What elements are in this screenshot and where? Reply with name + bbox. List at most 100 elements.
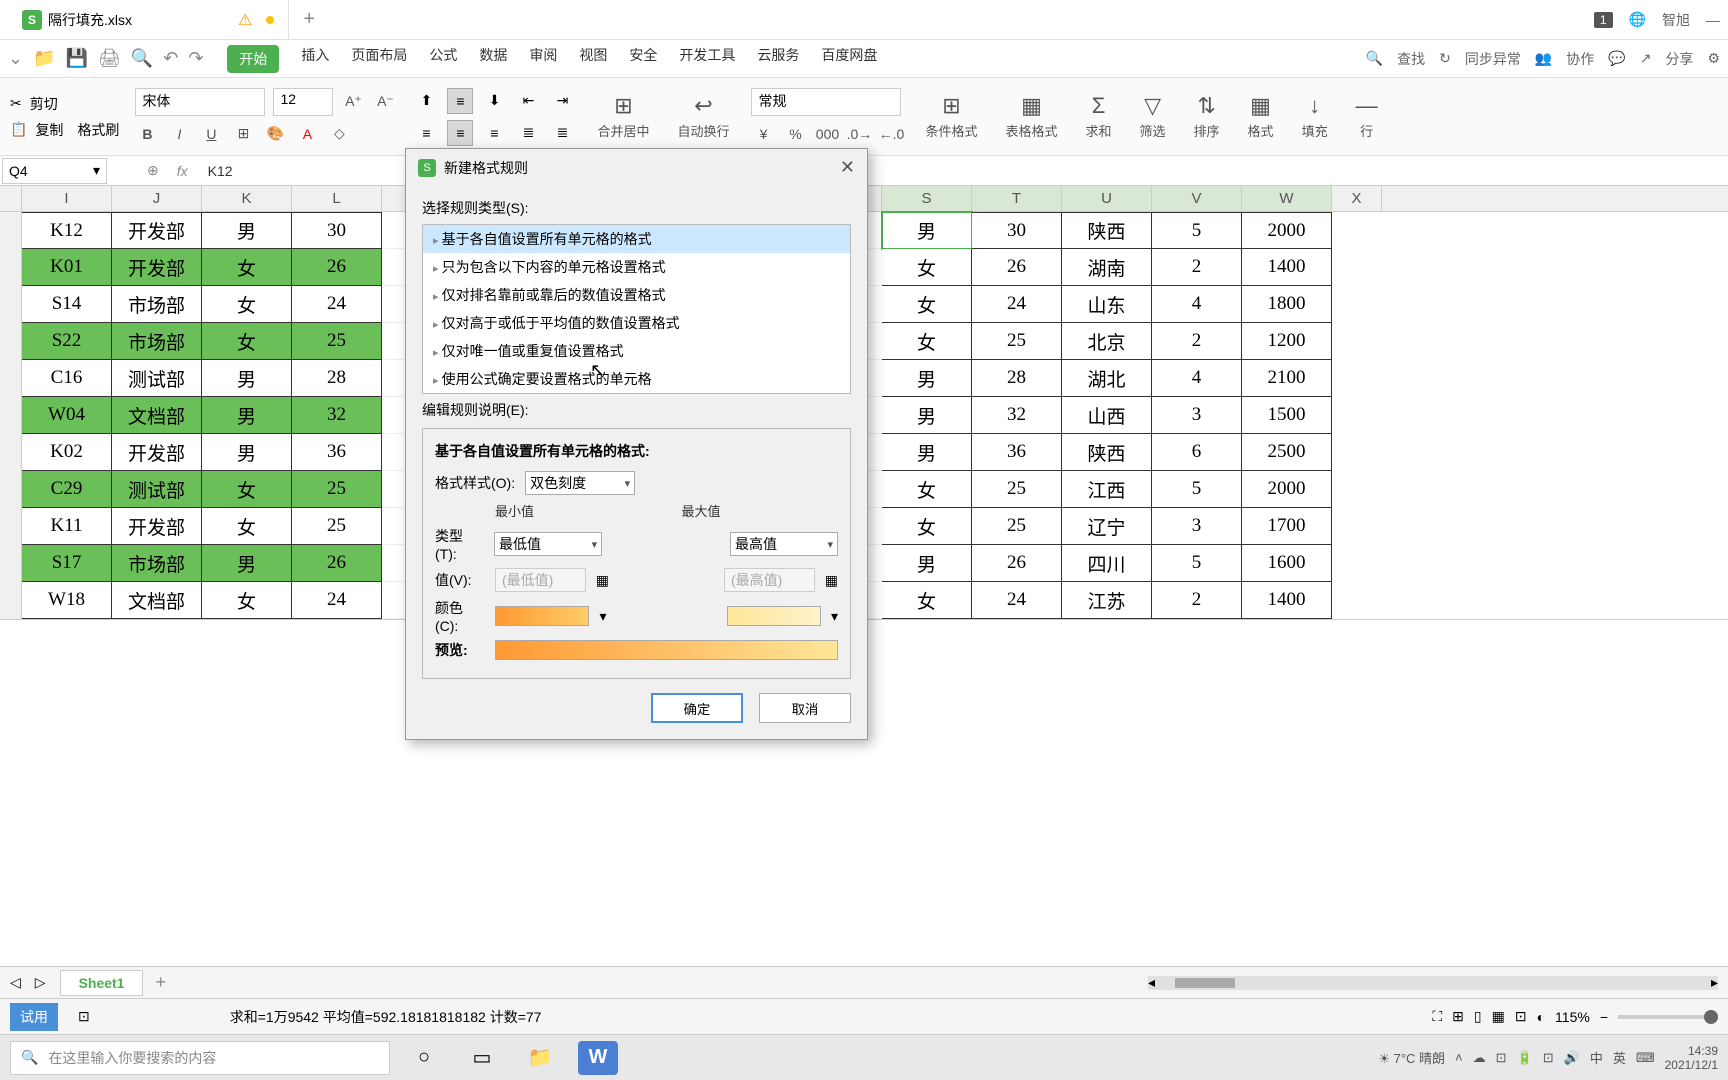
reading-icon[interactable]: ◐ xyxy=(1537,1009,1545,1025)
col-header[interactable]: T xyxy=(972,186,1062,211)
cell[interactable]: 25 xyxy=(972,471,1062,508)
print-icon[interactable]: 🖨 xyxy=(98,48,121,69)
cell[interactable]: 4 xyxy=(1152,286,1242,323)
wrap-button[interactable]: ↩自动换行 xyxy=(671,89,735,144)
cell[interactable]: 3 xyxy=(1152,508,1242,545)
cell[interactable]: 测试部 xyxy=(112,471,202,508)
view-custom-icon[interactable]: ⊡ xyxy=(1515,1008,1527,1025)
cell[interactable]: 25 xyxy=(972,323,1062,360)
cell[interactable]: 湖北 xyxy=(1062,360,1152,397)
cell[interactable]: 女 xyxy=(882,249,972,286)
cell[interactable]: 女 xyxy=(202,286,292,323)
menu-tab-开始[interactable]: 开始 xyxy=(227,45,279,73)
menu-tab-云服务[interactable]: 云服务 xyxy=(757,45,799,73)
cell[interactable]: 26 xyxy=(972,545,1062,582)
menu-tab-视图[interactable]: 视图 xyxy=(579,45,607,73)
sort-button[interactable]: ⇅排序 xyxy=(1188,89,1226,144)
windows-search[interactable]: 🔍 在这里输入你要搜索的内容 xyxy=(10,1041,390,1075)
align-left-icon[interactable]: ≡ xyxy=(413,120,439,146)
cell[interactable]: 5 xyxy=(1152,212,1242,249)
next-sheet-icon[interactable]: ▷ xyxy=(35,974,46,991)
align-right-icon[interactable]: ≡ xyxy=(481,120,507,146)
cell[interactable]: 女 xyxy=(882,471,972,508)
min-color-combo[interactable] xyxy=(495,606,589,626)
min-picker-icon[interactable]: ▦ xyxy=(596,572,609,589)
align-center-icon[interactable]: ≡ xyxy=(447,120,473,146)
percent-icon[interactable]: % xyxy=(783,122,807,146)
col-header[interactable]: K xyxy=(202,186,292,211)
rule-type-item[interactable]: 仅对唯一值或重复值设置格式 xyxy=(423,337,850,365)
cell[interactable]: 1200 xyxy=(1242,323,1332,360)
format-painter-label[interactable]: 格式刷 xyxy=(77,120,119,140)
ime-cn[interactable]: 中 xyxy=(1590,1048,1603,1067)
cell[interactable]: 山东 xyxy=(1062,286,1152,323)
cell[interactable]: 开发部 xyxy=(112,249,202,286)
cell[interactable]: 测试部 xyxy=(112,360,202,397)
cell[interactable]: 女 xyxy=(882,582,972,619)
cell[interactable]: 32 xyxy=(292,397,382,434)
sheet-tab[interactable]: Sheet1 xyxy=(60,970,144,996)
cell[interactable]: 24 xyxy=(292,582,382,619)
align-middle-icon[interactable]: ≡ xyxy=(447,88,473,114)
col-header[interactable]: J xyxy=(112,186,202,211)
increase-font-icon[interactable]: A⁺ xyxy=(341,90,365,114)
cell[interactable]: 2 xyxy=(1152,582,1242,619)
col-header[interactable]: X xyxy=(1332,186,1382,211)
cell[interactable]: 36 xyxy=(972,434,1062,471)
preview-icon[interactable]: 🔍 xyxy=(131,48,153,69)
cell[interactable]: 男 xyxy=(202,434,292,471)
onedrive-icon[interactable]: ☁ xyxy=(1473,1050,1486,1066)
menu-tab-公式[interactable]: 公式 xyxy=(429,45,457,73)
cell[interactable]: 女 xyxy=(882,508,972,545)
tray-icon[interactable]: ⊡ xyxy=(1496,1050,1507,1066)
cell[interactable]: 陕西 xyxy=(1062,212,1152,249)
font-select[interactable]: 宋体 xyxy=(135,88,265,116)
close-icon[interactable]: ✕ xyxy=(840,157,855,178)
sum-button[interactable]: Σ求和 xyxy=(1080,89,1118,144)
cell[interactable]: 市场部 xyxy=(112,286,202,323)
cell[interactable]: 26 xyxy=(972,249,1062,286)
cell[interactable]: 女 xyxy=(202,471,292,508)
cell[interactable]: 36 xyxy=(292,434,382,471)
notification-badge[interactable]: 1 xyxy=(1594,12,1613,28)
cell[interactable]: 5 xyxy=(1152,545,1242,582)
redo-icon[interactable]: ↷ xyxy=(188,48,203,69)
cell[interactable]: S22 xyxy=(22,323,112,360)
menu-tab-数据[interactable]: 数据 xyxy=(479,45,507,73)
table-format-button[interactable]: ▦表格格式 xyxy=(999,89,1063,144)
font-size-select[interactable]: 12 xyxy=(273,88,333,116)
cell[interactable]: 26 xyxy=(292,249,382,286)
merge-button[interactable]: ⊞合并居中 xyxy=(591,89,655,144)
cell[interactable]: 6 xyxy=(1152,434,1242,471)
cell[interactable]: 25 xyxy=(972,508,1062,545)
cell[interactable]: 女 xyxy=(202,323,292,360)
cell[interactable]: 24 xyxy=(292,286,382,323)
open-icon[interactable]: 📁 xyxy=(33,48,55,69)
cell[interactable]: 女 xyxy=(202,249,292,286)
rule-type-list[interactable]: 基于各自值设置所有单元格的格式只为包含以下内容的单元格设置格式仅对排名靠前或靠后… xyxy=(422,224,851,394)
cell[interactable]: W04 xyxy=(22,397,112,434)
add-sheet-icon[interactable]: + xyxy=(155,972,166,993)
max-type-combo[interactable]: 最高值 xyxy=(730,532,838,556)
cell[interactable]: 山西 xyxy=(1062,397,1152,434)
cell[interactable]: 开发部 xyxy=(112,212,202,249)
menu-tab-审阅[interactable]: 审阅 xyxy=(529,45,557,73)
cell[interactable]: 男 xyxy=(882,434,972,471)
col-header[interactable]: W xyxy=(1242,186,1332,211)
cell[interactable]: 3 xyxy=(1152,397,1242,434)
new-tab-button[interactable]: + xyxy=(289,8,329,31)
col-header[interactable]: I xyxy=(22,186,112,211)
cell[interactable]: 四川 xyxy=(1062,545,1152,582)
cell[interactable]: 开发部 xyxy=(112,508,202,545)
rule-type-item[interactable]: 只为包含以下内容的单元格设置格式 xyxy=(423,253,850,281)
cell[interactable]: 2500 xyxy=(1242,434,1332,471)
cell[interactable]: W18 xyxy=(22,582,112,619)
record-icon[interactable]: ⊡ xyxy=(78,1008,90,1025)
dropdown-icon[interactable]: ⌄ xyxy=(8,48,23,69)
menu-tab-百度网盘[interactable]: 百度网盘 xyxy=(821,45,877,73)
rule-type-item[interactable]: 使用公式确定要设置格式的单元格 xyxy=(423,365,850,393)
cell[interactable]: 24 xyxy=(972,286,1062,323)
cell[interactable]: 男 xyxy=(202,212,292,249)
cut-icon[interactable]: ✂ xyxy=(10,95,22,112)
cell[interactable]: 2100 xyxy=(1242,360,1332,397)
